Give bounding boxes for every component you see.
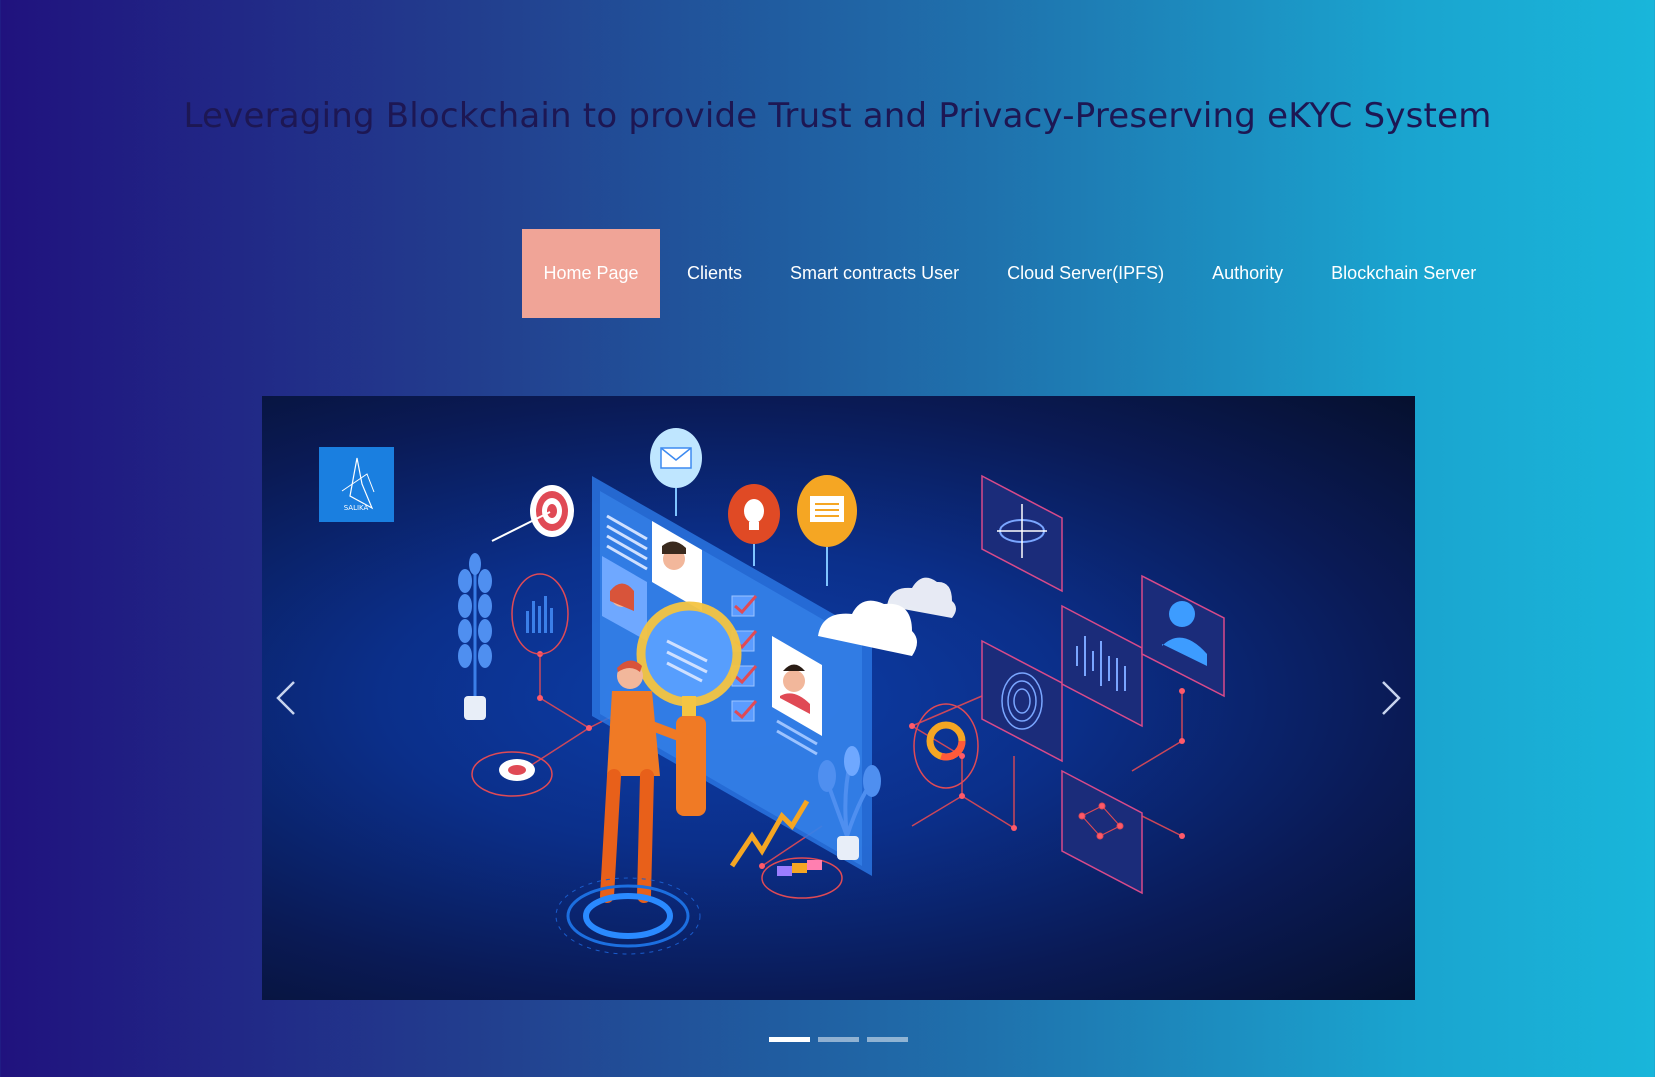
bar-chart-badge <box>511 573 569 655</box>
email-bubble-icon <box>650 428 702 516</box>
salika-logo: SALIKA <box>319 447 394 522</box>
carousel-indicators <box>769 1037 908 1042</box>
hero-carousel: SALIKA <box>262 396 1415 1000</box>
nav-item-blockchain-server[interactable]: Blockchain Server <box>1309 229 1498 318</box>
carousel-next-button[interactable] <box>1369 676 1409 720</box>
carousel-indicator-3[interactable] <box>867 1037 908 1042</box>
logo-text: SALIKA <box>344 504 369 512</box>
nav-item-authority[interactable]: Authority <box>1190 229 1305 318</box>
carousel-indicator-2[interactable] <box>818 1037 859 1042</box>
carousel-prev-button[interactable] <box>268 676 308 720</box>
briefcase-bubble-icon <box>797 475 857 586</box>
biometric-panels <box>981 474 1225 895</box>
carousel-indicator-1[interactable] <box>769 1037 810 1042</box>
chevron-left-icon <box>276 681 295 715</box>
eye-scan-panel <box>981 474 1063 593</box>
nav-item-home-page[interactable]: Home Page <box>522 229 660 318</box>
face-scan-panel <box>1141 574 1225 698</box>
nav-item-clients[interactable]: Clients <box>665 229 764 318</box>
donut-badge-left <box>471 751 553 797</box>
ekyc-illustration: SALIKA <box>319 428 1225 955</box>
lightbulb-bubble-icon <box>728 484 780 566</box>
chevron-right-icon <box>1382 681 1401 715</box>
network-panel <box>1061 769 1143 895</box>
main-nav: Home Page Clients Smart contracts User C… <box>522 229 1502 318</box>
page-title: Leveraging Blockchain to provide Trust a… <box>183 96 1492 136</box>
voice-wave-panel <box>1061 604 1143 728</box>
fingerprint-panel <box>981 639 1063 763</box>
target-icon <box>491 485 574 542</box>
nav-item-cloud-server[interactable]: Cloud Server(IPFS) <box>985 229 1186 318</box>
nav-item-smart-contracts-user[interactable]: Smart contracts User <box>768 229 981 318</box>
plant-left <box>458 553 492 720</box>
